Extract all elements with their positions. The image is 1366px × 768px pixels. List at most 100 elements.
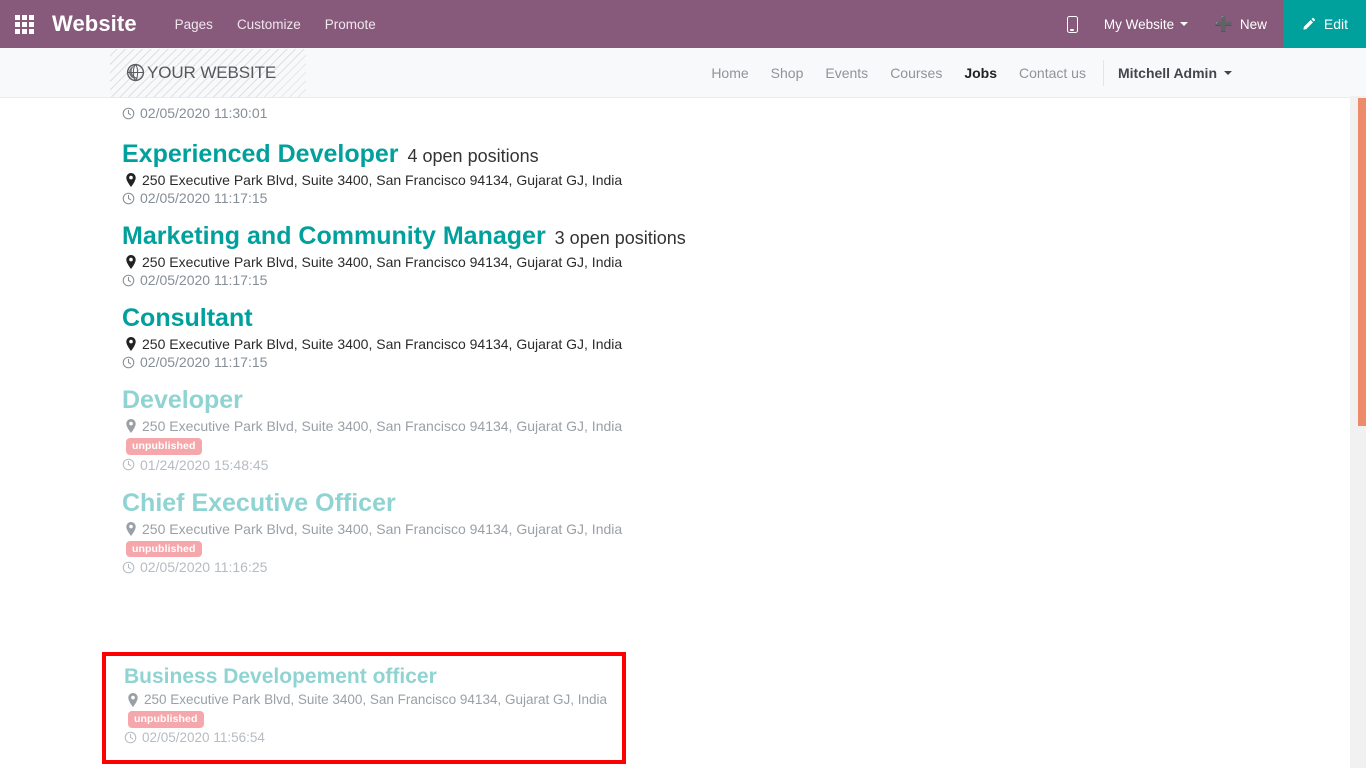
clock-icon <box>122 192 135 205</box>
partial-timestamp-text: 02/05/2020 11:30:01 <box>140 105 268 121</box>
job-entry[interactable]: Experienced Developer 4 open positions 2… <box>122 124 1366 206</box>
job-title-link[interactable]: Consultant <box>122 303 253 333</box>
job-address: 250 Executive Park Blvd, Suite 3400, San… <box>122 336 1366 352</box>
job-title-row: Marketing and Community Manager 3 open p… <box>122 221 1366 251</box>
clock-icon <box>122 458 135 471</box>
menu-item-customize[interactable]: Customize <box>225 11 313 38</box>
odoo-menu: Pages Customize Promote <box>163 11 388 38</box>
mobile-phone-icon[interactable] <box>1051 15 1094 33</box>
job-title-link[interactable]: Developer <box>122 385 243 415</box>
job-title-link[interactable]: Marketing and Community Manager <box>122 221 546 251</box>
clock-icon <box>122 561 135 574</box>
job-address: 250 Executive Park Blvd, Suite 3400, San… <box>122 172 1366 188</box>
status-badge: unpublished <box>128 711 204 728</box>
nav-link-home[interactable]: Home <box>700 65 759 81</box>
clock-icon <box>122 274 135 287</box>
job-title-row: Chief Executive Officer <box>122 488 1366 518</box>
chevron-down-icon <box>1180 22 1189 26</box>
job-entry[interactable]: Marketing and Community Manager 3 open p… <box>122 206 1366 288</box>
partial-timestamp: 02/05/2020 11:30:01 <box>122 98 1366 124</box>
job-address-text: 250 Executive Park Blvd, Suite 3400, San… <box>142 520 623 537</box>
app-brand-title: Website <box>52 11 137 36</box>
new-button-label: New <box>1239 16 1267 32</box>
highlighted-job-entry[interactable]: Business Developement officer 250 Execut… <box>102 652 626 764</box>
status-badge: unpublished <box>126 540 202 557</box>
clock-icon <box>122 356 135 369</box>
job-title-link[interactable]: Chief Executive Officer <box>122 488 396 518</box>
clock-icon <box>122 107 135 120</box>
job-entry[interactable]: Business Developement officer 250 Execut… <box>106 656 622 745</box>
job-timestamp-text: 01/24/2020 15:48:45 <box>140 456 269 473</box>
job-status-badge-wrap: unpublished <box>124 709 622 730</box>
status-badge: unpublished <box>126 438 202 455</box>
job-timestamp-text: 02/05/2020 11:17:15 <box>140 354 268 370</box>
job-address: 250 Executive Park Blvd, Suite 3400, San… <box>122 254 1366 270</box>
apps-grid-icon[interactable] <box>0 0 48 48</box>
job-open-positions: 3 open positions <box>554 228 686 248</box>
job-title-row: Experienced Developer 4 open positions <box>122 139 1366 169</box>
clock-icon <box>124 731 137 744</box>
odoo-top-navbar: Website Pages Customize Promote My Websi… <box>0 0 1366 48</box>
job-timestamp-text: 02/05/2020 11:17:15 <box>140 190 268 206</box>
job-address-text: 250 Executive Park Blvd, Suite 3400, San… <box>142 418 623 434</box>
job-address-text: 250 Executive Park Blvd, Suite 3400, San… <box>144 692 608 708</box>
job-open-positions: 4 open positions <box>407 146 539 166</box>
menu-item-pages[interactable]: Pages <box>163 11 225 38</box>
job-timestamp-text: 02/05/2020 11:17:15 <box>140 272 268 288</box>
globe-icon <box>126 63 145 82</box>
map-pin-icon <box>126 419 136 433</box>
job-address: 250 Executive Park Blvd, Suite 3400, San… <box>122 418 1366 434</box>
job-title-row: Consultant <box>122 303 1366 333</box>
page-scrollbar-thumb[interactable] <box>1358 98 1366 426</box>
menu-item-promote[interactable]: Promote <box>313 11 388 38</box>
site-selector-dropdown[interactable]: My Website <box>1094 17 1198 32</box>
map-pin-icon <box>126 337 136 351</box>
job-address: 250 Executive Park Blvd, Suite 3400, San… <box>124 692 622 707</box>
job-address-text: 250 Executive Park Blvd, Suite 3400, San… <box>142 336 623 352</box>
map-pin-icon <box>126 173 136 187</box>
nav-divider <box>1102 59 1104 86</box>
nav-link-contact-us[interactable]: Contact us <box>1008 65 1097 81</box>
job-entry[interactable]: Chief Executive Officer 250 Executive Pa… <box>122 473 1366 576</box>
job-title-link[interactable]: Experienced Developer <box>122 139 399 169</box>
edit-button-label: Edit <box>1323 16 1348 32</box>
site-logo-text: YOUR WEBSITE <box>147 62 277 82</box>
site-selector-label: My Website <box>1103 16 1175 32</box>
new-button[interactable]: ➕ New <box>1198 17 1283 32</box>
job-status-badge-wrap: unpublished <box>122 436 1366 457</box>
user-menu-dropdown[interactable]: Mitchell Admin <box>1110 65 1240 81</box>
chevron-down-icon <box>1224 70 1232 75</box>
map-pin-icon <box>126 255 136 269</box>
job-timestamp: 01/24/2020 15:48:45 <box>122 457 1366 473</box>
job-timestamp-text: 02/05/2020 11:16:25 <box>140 559 268 575</box>
job-timestamp: 02/05/2020 11:17:15 <box>122 272 1366 288</box>
pencil-icon <box>1301 17 1316 32</box>
job-timestamp: 02/05/2020 11:56:54 <box>124 730 622 745</box>
job-timestamp-text: 02/05/2020 11:56:54 <box>142 729 265 745</box>
job-title-link[interactable]: Business Developement officer <box>124 664 437 689</box>
edit-button[interactable]: Edit <box>1282 0 1366 48</box>
job-address: 250 Executive Park Blvd, Suite 3400, San… <box>122 521 1366 537</box>
job-timestamp: 02/05/2020 11:16:25 <box>122 559 1366 575</box>
nav-link-jobs[interactable]: Jobs <box>953 65 1008 81</box>
job-timestamp: 02/05/2020 11:17:15 <box>122 354 1366 370</box>
job-entry[interactable]: Developer 250 Executive Park Blvd, Suite… <box>122 370 1366 473</box>
job-address-text: 250 Executive Park Blvd, Suite 3400, San… <box>142 172 623 188</box>
job-timestamp: 02/05/2020 11:17:15 <box>122 190 1366 206</box>
website-nav: Home Shop Events Courses Jobs Contact us… <box>700 48 1240 98</box>
nav-link-events[interactable]: Events <box>814 65 879 81</box>
apps-grid-glyph <box>14 14 34 34</box>
nav-link-courses[interactable]: Courses <box>879 65 953 81</box>
user-menu-label: Mitchell Admin <box>1117 64 1217 81</box>
map-pin-icon <box>128 692 138 707</box>
mobile-phone-glyph <box>1066 15 1078 33</box>
navbar-right-group: My Website ➕ New Edit <box>1051 0 1366 48</box>
job-status-badge-wrap: unpublished <box>122 539 1366 560</box>
job-entry[interactable]: Consultant 250 Executive Park Blvd, Suit… <box>122 288 1366 370</box>
map-pin-icon <box>126 521 136 536</box>
job-title-row: Business Developement officer <box>124 664 622 689</box>
job-address-text: 250 Executive Park Blvd, Suite 3400, San… <box>142 254 623 270</box>
site-logo[interactable]: YOUR WEBSITE <box>110 48 306 97</box>
nav-link-shop[interactable]: Shop <box>760 65 815 81</box>
website-site-header: YOUR WEBSITE Home Shop Events Courses Jo… <box>0 48 1366 98</box>
